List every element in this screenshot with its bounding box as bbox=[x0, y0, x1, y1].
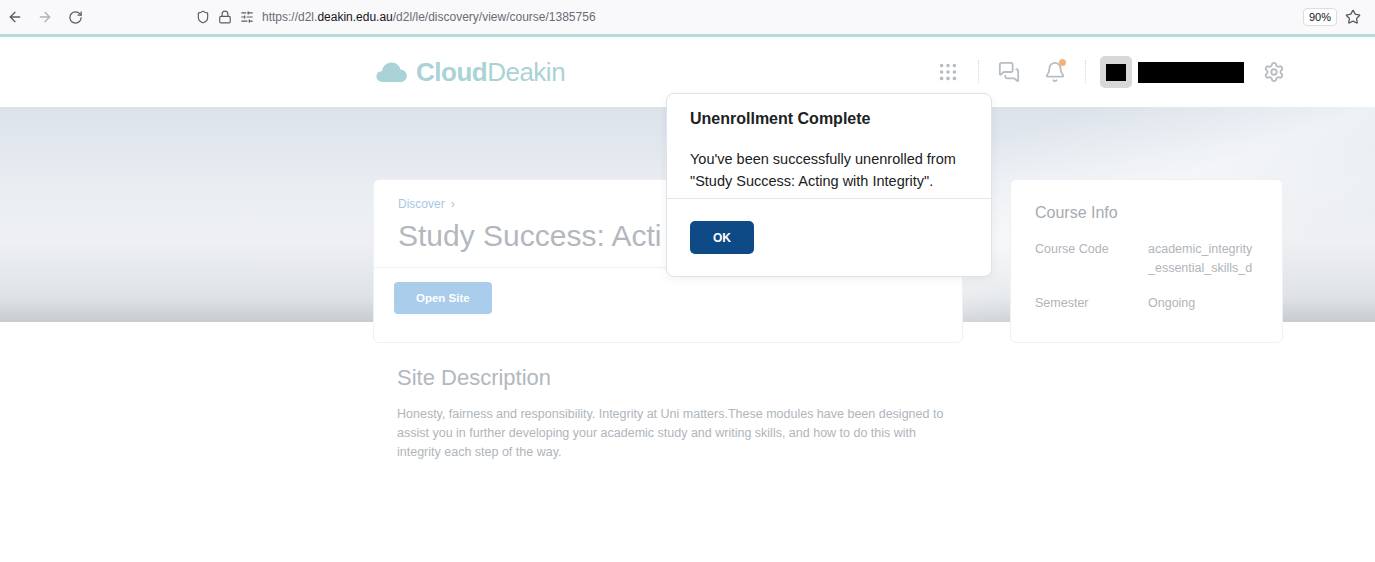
site-header: CloudDeakin bbox=[0, 37, 1290, 107]
breadcrumb-separator: › bbox=[451, 197, 455, 211]
chat-icon bbox=[998, 61, 1020, 83]
shield-icon bbox=[196, 10, 210, 24]
page: CloudDeakinDiscover›Study Success: ActiO… bbox=[0, 37, 1375, 562]
star-icon[interactable] bbox=[1345, 9, 1361, 25]
redacted-name bbox=[1138, 62, 1244, 83]
grid-icon bbox=[937, 61, 959, 83]
reload-icon bbox=[68, 10, 83, 25]
gear-icon bbox=[1263, 61, 1285, 83]
lock-icon bbox=[218, 10, 232, 24]
breadcrumb-link[interactable]: Discover bbox=[398, 197, 445, 211]
description-text: Honesty, fairness and responsibility. In… bbox=[397, 405, 950, 462]
user-menu[interactable] bbox=[1100, 56, 1244, 88]
zoom-badge[interactable]: 90% bbox=[1303, 8, 1337, 26]
address-bar[interactable]: https://d2l.deakin.edu.au/d2l/le/discove… bbox=[190, 3, 1367, 31]
browser-window: https://d2l.deakin.edu.au/d2l/le/discove… bbox=[0, 0, 1375, 562]
course-info-title: Course Info bbox=[1035, 204, 1258, 222]
dialog-title: Unenrollment Complete bbox=[690, 110, 968, 128]
browser-toolbar: https://d2l.deakin.edu.au/d2l/le/discove… bbox=[0, 0, 1375, 34]
apps-button[interactable] bbox=[932, 56, 964, 88]
url-text[interactable]: https://d2l.deakin.edu.au/d2l/le/discove… bbox=[262, 10, 1295, 24]
back-button[interactable] bbox=[0, 2, 30, 32]
header-icons bbox=[932, 56, 1290, 88]
arrow-right-icon bbox=[37, 9, 53, 25]
site-description: Site Description Honesty, fairness and re… bbox=[0, 343, 950, 462]
course-info-card: Course Info Course Codeacademic_integrity… bbox=[1010, 179, 1283, 343]
settings-button[interactable] bbox=[1258, 56, 1290, 88]
cloud-icon bbox=[375, 60, 408, 84]
arrow-left-icon bbox=[7, 9, 23, 25]
separator bbox=[978, 60, 979, 84]
redaction-mark bbox=[1106, 64, 1126, 81]
course-card-actions: Open Site bbox=[374, 268, 962, 328]
description-heading: Site Description bbox=[397, 365, 950, 391]
logo[interactable]: CloudDeakin bbox=[375, 57, 565, 88]
dialog-footer: OK bbox=[667, 198, 991, 276]
field-value: academic_integrity_essential_skills_d bbox=[1148, 240, 1258, 278]
notifications-button[interactable] bbox=[1039, 56, 1071, 88]
dialog-message: You've been successfully unenrolled from… bbox=[690, 148, 968, 192]
reload-button[interactable] bbox=[60, 2, 90, 32]
field-value: Ongoing bbox=[1148, 294, 1258, 313]
avatar bbox=[1100, 56, 1132, 88]
forward-button[interactable] bbox=[30, 2, 60, 32]
course-info-fields: Course Codeacademic_integrity_essential_… bbox=[1035, 240, 1258, 313]
open-site-button[interactable]: Open Site bbox=[394, 282, 492, 314]
notification-badge bbox=[1059, 59, 1066, 66]
ok-button[interactable]: OK bbox=[690, 221, 754, 254]
permissions-icon bbox=[240, 10, 254, 24]
separator bbox=[1085, 60, 1086, 84]
unenrollment-dialog: Unenrollment Complete You've been success… bbox=[666, 93, 992, 277]
messages-button[interactable] bbox=[993, 56, 1025, 88]
field-label: Course Code bbox=[1035, 240, 1148, 278]
dialog-body: Unenrollment Complete You've been success… bbox=[667, 94, 991, 198]
field-label: Semester bbox=[1035, 294, 1148, 313]
